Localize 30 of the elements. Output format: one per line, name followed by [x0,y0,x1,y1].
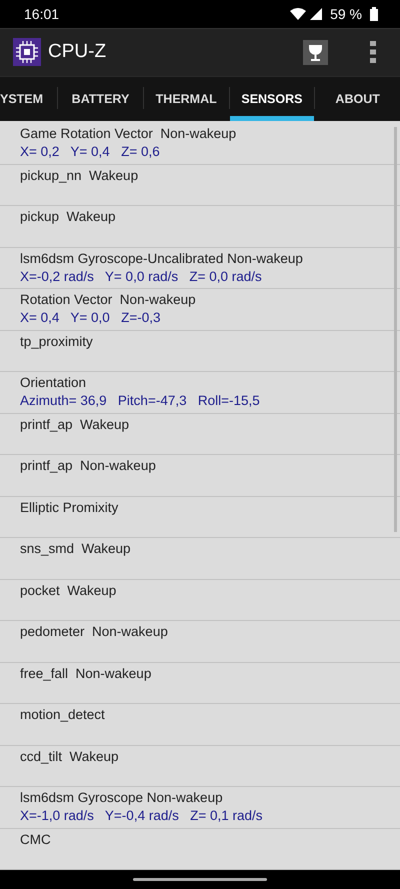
sensor-name: pickup Wakeup [20,209,117,226]
sensor-name: ccd_tilt Wakeup [20,748,120,765]
sensor-reading: X=-1,0 rad/s Y=-0,4 rad/s Z= 0,1 rad/s [20,808,264,824]
sensor-name: lsm6dsm Gyroscope Non-wakeup [20,790,224,806]
sensor-name: pedometer Non-wakeup [20,624,169,640]
tab[interactable]: YSTEM [0,76,58,122]
sensor-name: sns_smd Wakeup [20,541,132,558]
sensor-name: CMC [20,832,52,848]
sensor-name: motion_detect [20,707,106,724]
app-title: CPU-Z [48,41,108,64]
sensor-name: printf_ap Non-wakeup [20,458,157,474]
sensor-name: pickup_nn Wakeup [20,168,140,184]
tab[interactable]: ABOUT [315,76,400,122]
battery-percent: 59 % [330,6,362,22]
tab[interactable]: THERMAL [144,76,229,122]
sensor-reading: X=-0,2 rad/s Y= 0,0 rad/s Z= 0,0 rad/s [20,268,263,285]
status-time: 16:01 [24,6,60,22]
sensor-name: Game Rotation Vector Non-wakeup [20,126,238,142]
sensor-name: Elliptic Promixity [20,500,120,516]
sensor-name: pocket Wakeup [20,582,118,599]
sensor-name: printf_ap Wakeup [20,416,130,433]
sensor-reading: X= 0,2 Y= 0,4 Z= 0,6 [20,144,161,160]
sensor-reading: X= 0,4 Y= 0,0 Z=-0,3 [20,310,162,326]
sensor-name: tp_proximity [20,334,94,350]
sensor-name: Orientation [20,375,88,392]
sensor-name: lsm6dsm Gyroscope-Uncalibrated Non-wakeup [20,250,304,267]
sensor-name: free_fall Non-wakeup [20,666,152,682]
sensor-reading: Azimuth= 36,9 Pitch=-47,3 Roll=-15,5 [20,393,261,410]
sensor-name: Rotation Vector Non-wakeup [20,292,197,308]
tab[interactable]: BATTERY [58,76,143,122]
